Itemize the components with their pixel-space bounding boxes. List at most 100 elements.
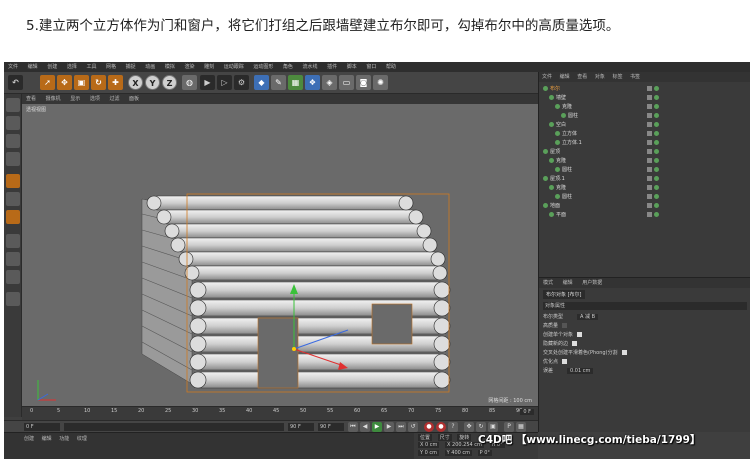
object-visibility-flags[interactable] [647,148,661,156]
enabled-check-icon[interactable] [654,140,659,145]
object-menu-item[interactable]: 对象 [595,72,605,82]
object-tree-item[interactable]: 圆柱 [561,112,578,120]
keyframe-selection-icon[interactable]: ? [448,422,458,432]
timeline-ruler[interactable]: 0 5 10 15 20 25 30 35 40 45 50 55 60 65 70 75 80 85 90 0 F [22,406,538,420]
enabled-check-icon[interactable] [654,86,659,91]
coord-field[interactable]: Y 0 cm [418,450,440,456]
enabled-check-icon[interactable] [654,167,659,172]
attribute-menu-item[interactable]: 编辑 [563,278,573,288]
attribute-value-field[interactable]: A 减 B [577,314,599,320]
points-mode-icon[interactable] [6,174,20,188]
menu-item[interactable]: 窗口 [366,62,376,72]
object-tree-item[interactable]: 空白 [549,121,566,129]
object-tree-item[interactable]: 地面 [543,202,560,210]
key-scale-icon[interactable]: ▣ [488,422,498,432]
object-tree-item[interactable]: 屋顶 [543,148,560,156]
pen-spline-icon[interactable]: ✎ [271,75,286,90]
object-menu-item[interactable]: 标签 [612,72,622,82]
visibility-icon[interactable] [647,131,652,136]
object-tree-item[interactable]: 立方体.1 [555,139,582,147]
object-tree-item[interactable]: 平面 [549,211,566,219]
cube-icon[interactable]: ◆ [254,75,269,90]
visibility-icon[interactable] [647,113,652,118]
menu-item[interactable]: 选择 [67,62,77,72]
preview-range-slider[interactable] [64,423,284,431]
visibility-icon[interactable] [647,149,652,154]
coord-field[interactable]: Y 400 cm [444,450,473,456]
menu-item[interactable]: 脚本 [347,62,357,72]
tab-object-properties[interactable]: 对象属性 [543,302,747,310]
model-mode-icon[interactable] [6,116,20,130]
object-visibility-flags[interactable] [647,121,661,129]
camera-icon[interactable]: ◙ [356,75,371,90]
menu-item[interactable]: 模拟 [165,62,175,72]
previous-key-icon[interactable]: ◀ [360,422,370,432]
edges-mode-icon[interactable] [6,192,20,206]
menu-item[interactable]: 运动图形 [253,62,273,72]
render-picture-viewer-icon[interactable]: ▷ [217,75,232,90]
object-visibility-flags[interactable] [647,139,661,147]
start-frame-field[interactable]: 0 F [24,423,60,431]
object-visibility-flags[interactable] [647,175,661,183]
material-menu-item[interactable]: 功能 [59,436,69,442]
autokey-icon[interactable]: ● [436,422,446,432]
viewport-menu-item[interactable]: 过滤 [109,94,119,104]
coord-field[interactable]: X 0 cm [418,442,440,448]
tweak-mode-icon[interactable] [6,270,20,284]
object-visibility-flags[interactable] [647,157,661,165]
select-arrow-icon[interactable]: ➚ [40,75,55,90]
menu-item[interactable]: 工具 [86,62,96,72]
enabled-check-icon[interactable] [654,95,659,100]
menu-item[interactable]: 帮助 [386,62,396,72]
enabled-check-icon[interactable] [654,212,659,217]
viewport-menu-item[interactable]: 查看 [26,94,36,104]
enabled-check-icon[interactable] [654,203,659,208]
object-tree-item[interactable]: 布尔 [543,85,560,93]
deformer-icon[interactable]: ◈ [322,75,337,90]
object-menu-item[interactable]: 编辑 [560,72,570,82]
menu-item[interactable]: 网格 [106,62,116,72]
object-visibility-flags[interactable] [647,184,661,192]
visibility-icon[interactable] [647,176,652,181]
render-view-icon[interactable]: ▶ [200,75,215,90]
menu-item[interactable]: 雕刻 [204,62,214,72]
next-key-icon[interactable]: ▶ [384,422,394,432]
visibility-icon[interactable] [647,95,652,100]
enabled-check-icon[interactable] [654,194,659,199]
end-frame-field[interactable]: 90 F [288,423,314,431]
object-visibility-flags[interactable] [647,130,661,138]
object-tree-item[interactable]: 屋顶.1 [543,175,565,183]
enabled-check-icon[interactable] [654,185,659,190]
enabled-check-icon[interactable] [654,158,659,163]
go-to-end-icon[interactable]: ⏭ [396,422,406,432]
texture-mode-icon[interactable] [6,134,20,148]
attribute-menu-item[interactable]: 模式 [543,278,553,288]
object-visibility-flags[interactable] [647,85,661,93]
visibility-icon[interactable] [647,86,652,91]
loop-icon[interactable]: ↺ [408,422,418,432]
key-param-icon[interactable]: P [504,422,514,432]
menu-item[interactable]: 捕捉 [126,62,136,72]
axis-mode-icon[interactable] [6,252,20,266]
scale-icon[interactable]: ▣ [74,75,89,90]
object-visibility-flags[interactable] [647,94,661,102]
make-editable-icon[interactable] [6,98,20,112]
visibility-icon[interactable] [647,140,652,145]
enabled-check-icon[interactable] [654,131,659,136]
coordinate-system-icon[interactable]: ◍ [182,75,197,90]
visibility-icon[interactable] [647,167,652,172]
key-rotation-icon[interactable]: ↻ [476,422,486,432]
perspective-viewport[interactable]: 透视视图 网格间距: 100 cm [22,104,538,406]
x-axis-lock-icon[interactable]: X [128,75,143,90]
viewport-menu-item[interactable]: 面板 [129,94,139,104]
menu-item[interactable]: 创建 [47,62,57,72]
enabled-check-icon[interactable] [654,176,659,181]
enabled-check-icon[interactable] [654,104,659,109]
object-tree-item[interactable]: 克隆 [549,157,566,165]
coord-field[interactable]: P 0° [477,450,492,456]
menu-item[interactable]: 渲染 [184,62,194,72]
visibility-icon[interactable] [647,203,652,208]
object-menu-item[interactable]: 书签 [630,72,640,82]
object-tree-item[interactable]: 克隆 [555,103,572,111]
object-visibility-flags[interactable] [647,211,661,219]
